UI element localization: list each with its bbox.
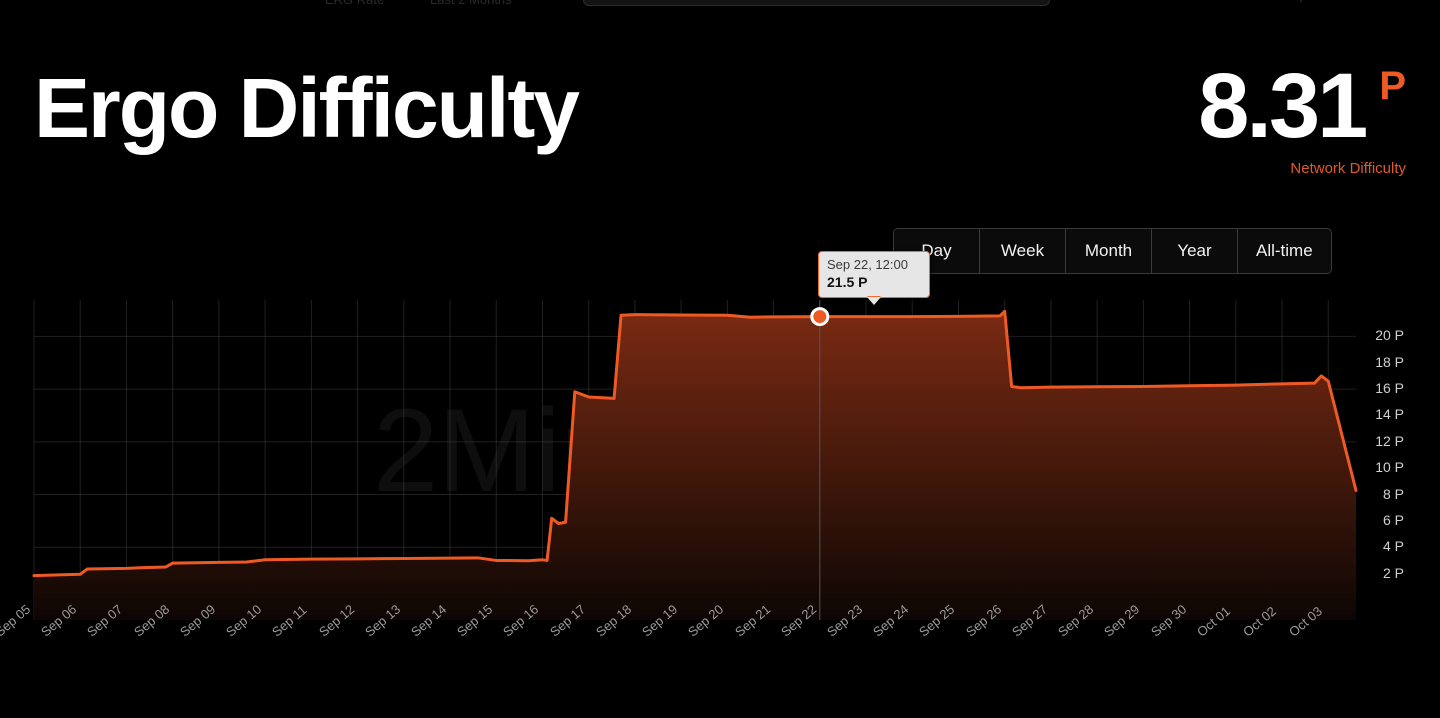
y-axis-label: 14 P: [1375, 406, 1404, 423]
search-input[interactable]: [583, 0, 1050, 6]
chart-hover-point[interactable]: [810, 307, 830, 327]
tooltip-arrow-icon: [867, 296, 881, 305]
range-button-year[interactable]: Year: [1152, 229, 1238, 273]
tooltip-time: Sep 22, 12:00: [827, 257, 908, 272]
current-value-unit: P: [1379, 64, 1406, 108]
nav-item-erg-rate[interactable]: ERG Rate: [325, 0, 384, 7]
y-axis-label: 8 P: [1382, 485, 1404, 502]
y-axis-label: 2 P: [1382, 564, 1404, 581]
range-button-all-time[interactable]: All-time: [1238, 229, 1331, 273]
y-axis-label: 4 P: [1382, 538, 1404, 555]
nav-item-last-two-months[interactable]: Last 2 Months: [430, 0, 512, 7]
y-axis-label: 18 P: [1375, 353, 1404, 370]
chart-canvas[interactable]: [0, 300, 1440, 620]
current-value-block: 8.31 P Network Difficulty: [1198, 60, 1406, 177]
current-value: 8.31: [1198, 55, 1368, 157]
nav-overflow-icon: [1300, 0, 1302, 2]
chart-area-fill: [34, 311, 1356, 620]
range-selector[interactable]: Day Week Month Year All-time: [893, 228, 1332, 274]
range-button-month[interactable]: Month: [1066, 229, 1152, 273]
y-axis-label: 12 P: [1375, 432, 1404, 449]
page-title: Ergo Difficulty: [34, 61, 580, 155]
difficulty-chart-page: ERG Rate Last 2 Months Ergo Difficulty 8…: [0, 0, 1440, 718]
top-nav-strip: ERG Rate Last 2 Months: [0, 0, 1440, 14]
chart-y-axis: 2 P 4 P 6 P 8 P 10 P 12 P 14 P 16 P 18 P 20 P: [1366, 300, 1440, 620]
chart-tooltip: Sep 22, 12:00 21.5 P: [818, 251, 930, 305]
difficulty-chart[interactable]: [0, 300, 1440, 620]
y-axis-label: 20 P: [1375, 327, 1404, 344]
y-axis-label: 10 P: [1375, 459, 1404, 476]
chart-x-axis: Sep 05 Sep 06 Sep 07 Sep 08 Sep 09 Sep 10 Sep …: [0, 602, 1440, 680]
tooltip-value: 21.5 P: [827, 274, 868, 290]
current-value-label: Network Difficulty: [1290, 160, 1406, 177]
y-axis-label: 16 P: [1375, 380, 1404, 397]
range-button-week[interactable]: Week: [980, 229, 1066, 273]
y-axis-label: 6 P: [1382, 511, 1404, 528]
